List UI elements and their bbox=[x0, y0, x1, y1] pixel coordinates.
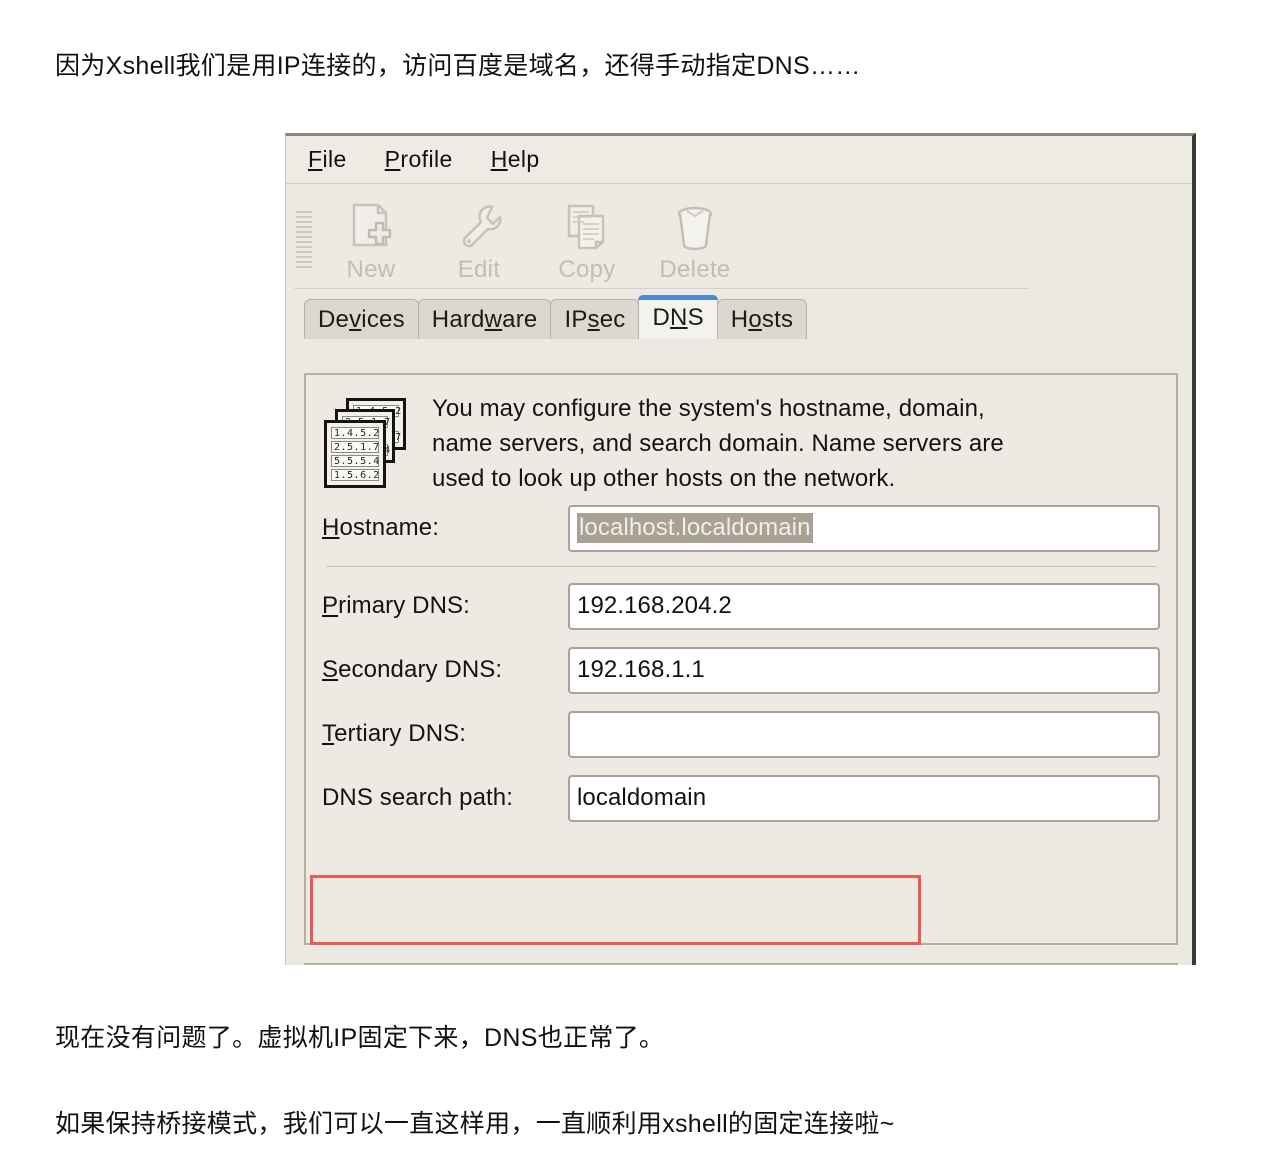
secondary-dns-label-text: econdary DNS: bbox=[338, 656, 503, 683]
window-bottom-panel-partial bbox=[304, 963, 1178, 965]
tab-hosts-post: sts bbox=[761, 305, 794, 333]
new-document-icon bbox=[346, 200, 396, 252]
dns-description-line: used to look up other hosts on the netwo… bbox=[432, 465, 896, 492]
primary-dns-input[interactable]: 192.168.204.2 bbox=[568, 582, 1160, 630]
primary-dns-input-value: 192.168.204.2 bbox=[577, 592, 732, 619]
hostname-input-value: localhost.localdomain bbox=[577, 513, 813, 543]
wrench-icon bbox=[454, 200, 504, 252]
hostname-label-text: ostname: bbox=[339, 514, 439, 541]
secondary-dns-input-value: 192.168.1.1 bbox=[577, 656, 705, 683]
hostname-label-mnemonic: H bbox=[322, 514, 340, 541]
toolbar: New Edit Copy Delete bbox=[286, 184, 1192, 289]
new-button[interactable]: New bbox=[317, 190, 425, 284]
menu-item-profile-label: rofile bbox=[400, 146, 453, 172]
edit-button-label: Edit bbox=[457, 256, 501, 283]
dns-description-line: You may configure the system's hostname,… bbox=[432, 395, 985, 422]
tab-hosts-pre: H bbox=[730, 305, 749, 333]
stack-icon-line: 1.5.6.2 bbox=[331, 469, 379, 481]
secondary-dns-input[interactable]: 192.168.1.1 bbox=[568, 646, 1160, 694]
dns-description-line: name servers, and search domain. Name se… bbox=[432, 430, 1004, 457]
tertiary-dns-input[interactable] bbox=[568, 710, 1160, 758]
dns-search-path-input[interactable]: localdomain bbox=[568, 774, 1160, 822]
dns-search-path-input-value: localdomain bbox=[577, 784, 707, 811]
tertiary-dns-label-mnemonic: T bbox=[322, 720, 335, 747]
tab-ipsec-post: ec bbox=[599, 305, 626, 333]
toolbar-drag-handle[interactable] bbox=[291, 190, 317, 274]
secondary-dns-highlight-annotation bbox=[310, 875, 921, 945]
stack-icon-line: 1.4.5.2 bbox=[331, 427, 379, 439]
tab-hardware-mnemonic: w bbox=[484, 305, 503, 333]
tertiary-dns-label: Tertiary DNS: bbox=[322, 720, 568, 748]
menu-item-help[interactable]: Help bbox=[491, 146, 540, 173]
tab-dns-mnemonic: N bbox=[670, 303, 688, 331]
tertiary-dns-label-text: ertiary DNS: bbox=[334, 720, 466, 747]
secondary-dns-row: Secondary DNS: 192.168.1.1 bbox=[322, 638, 1160, 702]
primary-dns-label-mnemonic: P bbox=[322, 592, 339, 619]
stack-icon-line: 2.5.1.7 bbox=[331, 441, 379, 453]
outro-paragraph-2: 如果保持桥接模式，我们可以一直这样用，一直顺利用xshell的固定连接啦~ bbox=[55, 1110, 895, 1138]
copy-pages-icon bbox=[562, 200, 612, 252]
tab-devices-post: ices bbox=[361, 305, 405, 333]
secondary-dns-label: Secondary DNS: bbox=[322, 656, 568, 684]
menu-item-file-mnemonic: F bbox=[308, 146, 323, 172]
menu-item-profile[interactable]: Profile bbox=[385, 146, 453, 173]
primary-dns-label: Primary DNS: bbox=[322, 592, 568, 620]
delete-button-label: Delete bbox=[659, 256, 731, 283]
tab-hardware[interactable]: Hard w are bbox=[417, 299, 552, 339]
tab-ipsec[interactable]: IP s ec bbox=[550, 299, 640, 339]
outro-paragraph-1: 现在没有问题了。虚拟机IP固定下来，DNS也正常了。 bbox=[55, 1024, 665, 1052]
tab-hosts-mnemonic: o bbox=[748, 305, 762, 333]
copy-button[interactable]: Copy bbox=[533, 190, 641, 284]
tab-devices-pre: De bbox=[318, 305, 350, 333]
tab-hardware-post: are bbox=[502, 305, 538, 333]
copy-button-label: Copy bbox=[558, 256, 616, 283]
menu-item-help-label: elp bbox=[507, 146, 540, 172]
primary-dns-row: Primary DNS: 192.168.204.2 bbox=[322, 574, 1160, 638]
tab-dns-post: S bbox=[687, 303, 704, 331]
dns-info-row: 1.4.5.2 2.5.1.7 2.5.1.7 5.5.5.4 1.4.5.2 … bbox=[306, 375, 1176, 496]
tertiary-dns-row: Tertiary DNS: bbox=[322, 702, 1160, 766]
dns-tab-panel: 1.4.5.2 2.5.1.7 2.5.1.7 5.5.5.4 1.4.5.2 … bbox=[304, 373, 1178, 945]
trash-can-icon bbox=[670, 200, 720, 252]
dns-description: You may configure the system's hostname,… bbox=[432, 391, 1004, 496]
tab-hardware-pre: Hard bbox=[431, 305, 485, 333]
tab-ipsec-pre: IP bbox=[564, 305, 588, 333]
tab-dns-pre: D bbox=[652, 303, 671, 331]
stack-icon-line: 5.5.5.4 bbox=[331, 455, 379, 467]
menu-item-file-label: ile bbox=[322, 146, 347, 172]
intro-paragraph: 因为Xshell我们是用IP连接的，访问百度是域名，还得手动指定DNS…… bbox=[55, 52, 861, 80]
tab-ipsec-mnemonic: s bbox=[587, 305, 600, 333]
dns-form: Hostname: localhost.localdomain Primary … bbox=[306, 496, 1176, 830]
menu-bar: File Profile Help bbox=[286, 136, 1192, 184]
secondary-dns-label-mnemonic: S bbox=[322, 656, 339, 683]
delete-button[interactable]: Delete bbox=[641, 190, 749, 284]
tab-dns[interactable]: DNS bbox=[638, 295, 719, 339]
new-button-label: New bbox=[346, 256, 396, 283]
tab-hosts[interactable]: Ho sts bbox=[716, 299, 808, 339]
hostname-label: Hostname: bbox=[322, 514, 568, 542]
dns-records-stack-icon: 1.4.5.2 2.5.1.7 2.5.1.7 5.5.5.4 1.4.5.2 … bbox=[324, 398, 410, 494]
tab-strip: De v ices Hard w are IP s ec DNS Ho sts bbox=[286, 295, 1192, 339]
primary-dns-label-text: rimary DNS: bbox=[338, 592, 470, 619]
menu-item-file[interactable]: File bbox=[308, 146, 347, 173]
form-divider bbox=[326, 566, 1156, 567]
menu-item-help-mnemonic: H bbox=[490, 146, 508, 172]
dns-search-path-label: DNS search path: bbox=[322, 784, 514, 811]
network-configuration-window: File Profile Help New Edit Copy Delete D… bbox=[285, 133, 1196, 965]
hostname-row: Hostname: localhost.localdomain bbox=[322, 496, 1160, 560]
tab-devices[interactable]: De v ices bbox=[304, 299, 419, 339]
tab-devices-mnemonic: v bbox=[349, 305, 362, 333]
menu-item-profile-mnemonic: P bbox=[384, 146, 401, 172]
hostname-input[interactable]: localhost.localdomain bbox=[568, 504, 1160, 552]
dns-search-path-row: DNS search path: localdomain bbox=[322, 766, 1160, 830]
edit-button[interactable]: Edit bbox=[425, 190, 533, 284]
